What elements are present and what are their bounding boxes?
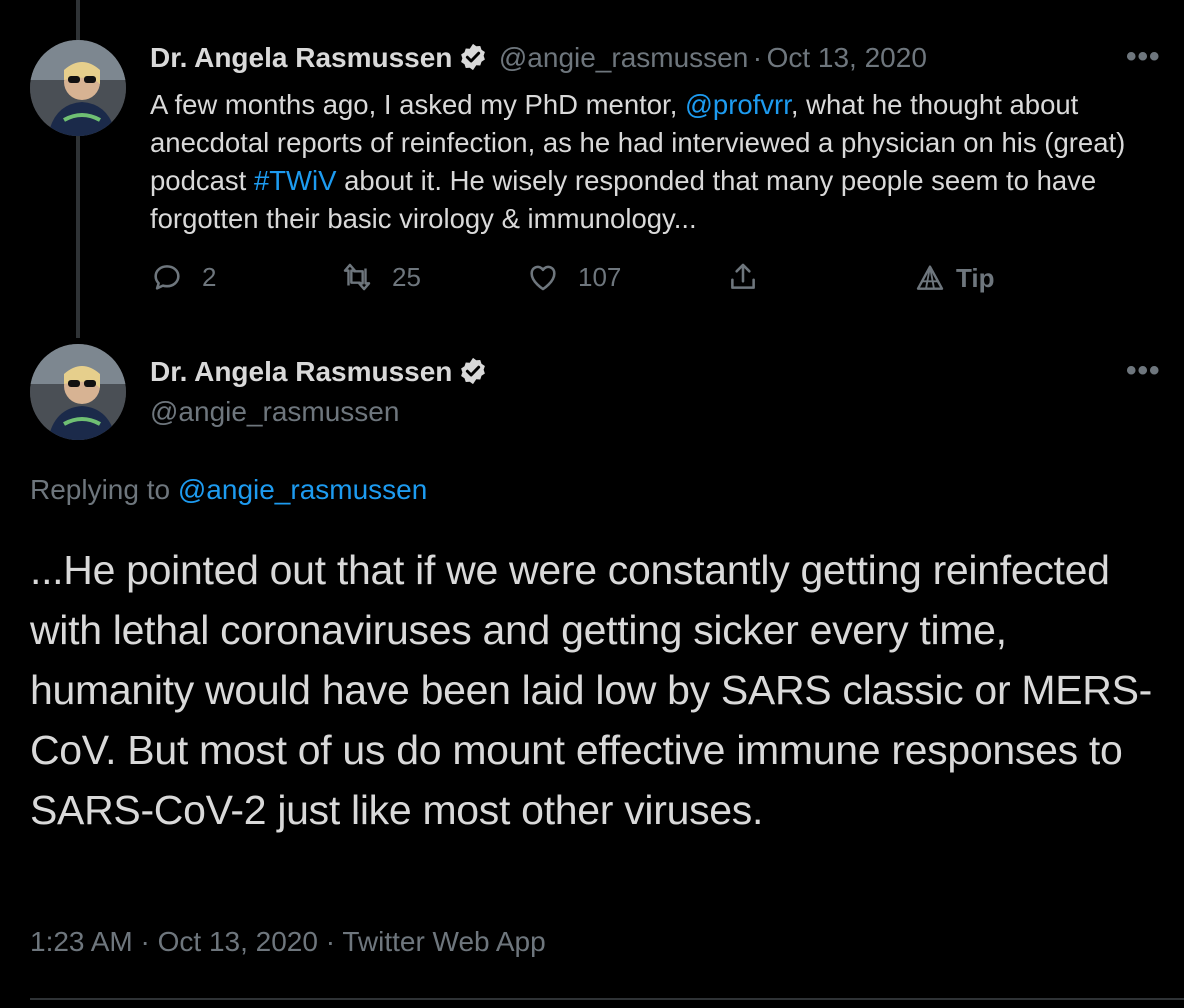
more-icon[interactable]: •••: [1126, 40, 1161, 74]
retweet-button[interactable]: 25: [340, 260, 421, 294]
like-icon: [530, 265, 556, 291]
replying-to-label: Replying to: [30, 474, 178, 505]
like-count: 107: [578, 261, 622, 292]
tip-label: Tip: [956, 262, 995, 293]
avatar[interactable]: [30, 40, 126, 136]
retweet-icon: [343, 263, 371, 291]
divider: [30, 998, 1184, 1000]
reply-icon: [154, 265, 180, 290]
tweet-text: A few months ago, I asked my PhD mentor,…: [150, 86, 1160, 238]
hashtag-link[interactable]: #TWiV: [254, 165, 337, 196]
tweet-text: ...He pointed out that if we were consta…: [30, 547, 1152, 833]
tip-icon: [916, 265, 944, 290]
tweet-text-part: A few months ago, I asked my PhD mentor,: [150, 89, 685, 120]
author-handle[interactable]: @angie_rasmussen: [499, 42, 748, 73]
reply-count: 2: [202, 261, 217, 292]
share-button[interactable]: [726, 260, 778, 294]
verified-badge-icon: [458, 356, 488, 386]
author-name[interactable]: Dr. Angela Rasmussen: [150, 356, 452, 387]
reply-button[interactable]: 2: [150, 260, 216, 294]
tip-button[interactable]: Tip: [914, 262, 995, 294]
replying-to: Replying to @angie_rasmussen: [30, 474, 427, 506]
author-handle[interactable]: @angie_rasmussen: [150, 396, 399, 428]
replying-to-handle[interactable]: @angie_rasmussen: [178, 474, 427, 505]
verified-badge-icon: [458, 42, 488, 72]
separator: ·: [752, 42, 763, 73]
share-icon: [731, 263, 755, 289]
more-icon[interactable]: •••: [1126, 354, 1161, 388]
like-button[interactable]: 107: [526, 260, 621, 294]
tweet-meta[interactable]: 1:23 AM · Oct 13, 2020 · Twitter Web App: [30, 926, 546, 958]
author-name[interactable]: Dr. Angela Rasmussen: [150, 42, 452, 73]
retweet-count: 25: [392, 261, 421, 292]
mention-link[interactable]: @profvrr: [685, 89, 791, 120]
avatar[interactable]: [30, 344, 126, 440]
tweet-date[interactable]: Oct 13, 2020: [767, 42, 927, 73]
